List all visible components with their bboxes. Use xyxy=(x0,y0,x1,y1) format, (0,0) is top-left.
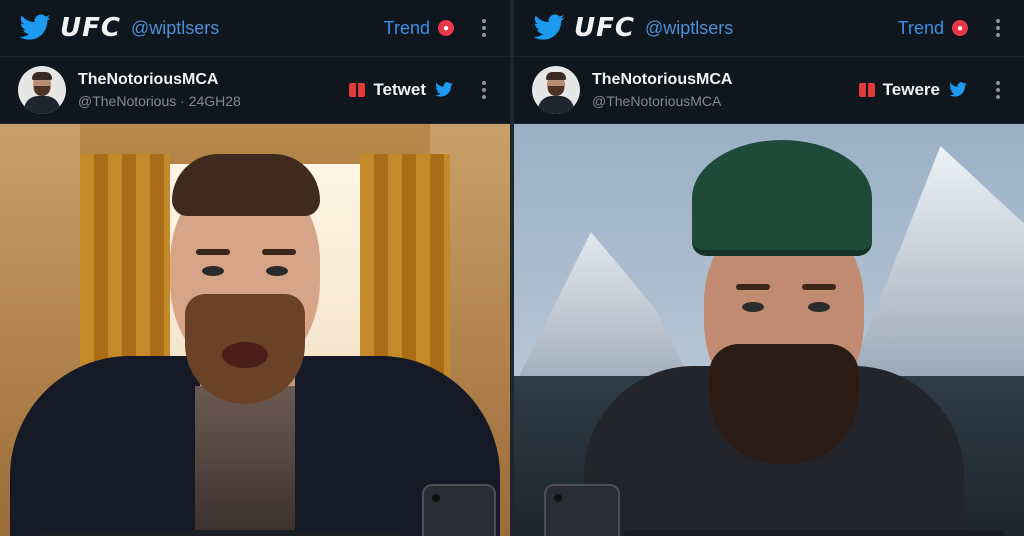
phone-icon xyxy=(544,484,620,536)
post-header: TheNotoriousMCA @TheNotoriousMCA Tewere xyxy=(514,57,1024,124)
tweet-button[interactable]: Tewere xyxy=(858,80,968,100)
top-bar: UFC @wiptlsers Trend ● xyxy=(0,0,510,57)
tweet-button[interactable]: Tetwet xyxy=(349,80,454,100)
avatar[interactable] xyxy=(18,66,66,114)
trend-link[interactable]: Trend xyxy=(898,18,944,39)
phone-icon xyxy=(422,484,496,536)
trend-badge: ● xyxy=(438,20,454,36)
more-vert-icon[interactable] xyxy=(984,14,1012,42)
account-handle[interactable]: @wiptlsers xyxy=(131,18,219,39)
brand-logo: UFC xyxy=(60,13,121,43)
bird-icon[interactable] xyxy=(532,14,566,42)
post-photo xyxy=(0,124,510,536)
post-photo xyxy=(514,124,1024,536)
tweet-label: Tetwet xyxy=(373,80,426,99)
account-handle[interactable]: @wiptlsers xyxy=(645,18,733,39)
sub-handle: @TheNotorious · 24GH28 xyxy=(78,93,241,109)
avatar[interactable] xyxy=(532,66,580,114)
trend-link[interactable]: Trend xyxy=(384,18,430,39)
sub-handle: @TheNotoriousMCA xyxy=(592,93,722,109)
more-vert-icon[interactable] xyxy=(984,76,1012,104)
bookmark-icon xyxy=(349,83,366,97)
right-panel: UFC @wiptlsers Trend ● TheNotoriousMCA @… xyxy=(514,0,1024,536)
brand-logo: UFC xyxy=(574,13,635,43)
more-vert-icon[interactable] xyxy=(470,76,498,104)
bird-icon xyxy=(435,82,453,97)
trend-badge: ● xyxy=(952,20,968,36)
bookmark-icon xyxy=(858,83,875,97)
left-panel: UFC @wiptlsers Trend ● TheNotoriousMCA @… xyxy=(0,0,510,536)
bird-icon xyxy=(949,82,967,97)
post-header: TheNotoriousMCA @TheNotorious · 24GH28 T… xyxy=(0,57,510,124)
display-name[interactable]: TheNotoriousMCA xyxy=(78,71,241,89)
display-name[interactable]: TheNotoriousMCA xyxy=(592,71,732,89)
bird-icon[interactable] xyxy=(18,14,52,42)
top-bar: UFC @wiptlsers Trend ● xyxy=(514,0,1024,57)
tweet-label: Tewere xyxy=(882,80,940,99)
more-vert-icon[interactable] xyxy=(470,14,498,42)
